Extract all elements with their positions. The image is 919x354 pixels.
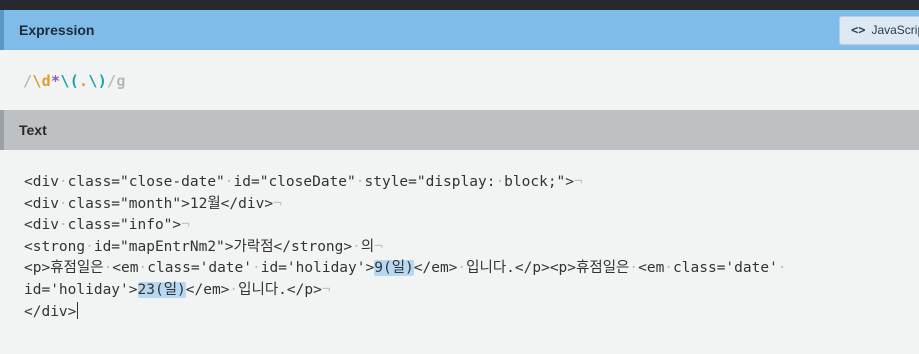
close-delimiter: / (107, 72, 117, 90)
newline-marker: ¬ (374, 238, 383, 255)
code-icon: <> (851, 23, 866, 37)
text-line-7: </div> (24, 303, 77, 320)
newline-marker: ¬ (181, 217, 190, 234)
text-editor[interactable]: <div·class="close-date"·id="closeDate"·s… (0, 150, 919, 354)
open-paren-token: \( (60, 72, 80, 90)
match-highlight: 23(일) (137, 281, 186, 298)
expression-pattern[interactable]: /\d*\(.\)/g (23, 72, 126, 90)
open-delimiter: / (23, 72, 33, 90)
newline-marker: ¬ (574, 174, 583, 190)
text-line-6b: </em>·입니다.</p> (185, 281, 322, 298)
newline-marker: ¬ (273, 195, 282, 212)
text-line-5b: </em>·입니다.</p><p>휴점일은·<em·class='date'· (413, 260, 787, 277)
match-highlight: 9(일) (374, 260, 414, 277)
text-line-4: <strong·id="mapEntrNm2">가락점</strong>·의 (24, 238, 375, 255)
text-line-1: <div·class="close-date"·id="closeDate"·s… (24, 174, 575, 190)
text-header: Text (0, 110, 919, 150)
text-title: Text (19, 122, 47, 138)
flavor-button[interactable]: <> JavaScript (839, 16, 919, 45)
digit-escape-token: \d (32, 72, 52, 90)
flavor-label: JavaScript (871, 23, 919, 37)
expression-title: Expression (19, 22, 95, 38)
flags-token: g (116, 72, 126, 90)
expression-editor[interactable]: /\d*\(.\)/g (0, 50, 919, 110)
text-line-3: <div·class="info"> (24, 217, 182, 234)
text-line-2: <div·class="month">12월</div> (24, 195, 274, 212)
text-line-5a: <p>휴점일은·<em·class='date'·id='holiday'> (24, 260, 375, 277)
top-strip (0, 0, 919, 10)
expression-header: Expression <> JavaScript (0, 10, 919, 50)
text-line-6a: id='holiday'> (24, 281, 138, 298)
close-paren-token: \) (88, 72, 108, 90)
text-caret (77, 301, 79, 319)
dot-token: . (79, 72, 89, 90)
quantifier-token: * (51, 72, 61, 90)
newline-marker: ¬ (321, 281, 331, 298)
text-content[interactable]: <div·class="close-date"·id="closeDate"·s… (24, 172, 787, 323)
